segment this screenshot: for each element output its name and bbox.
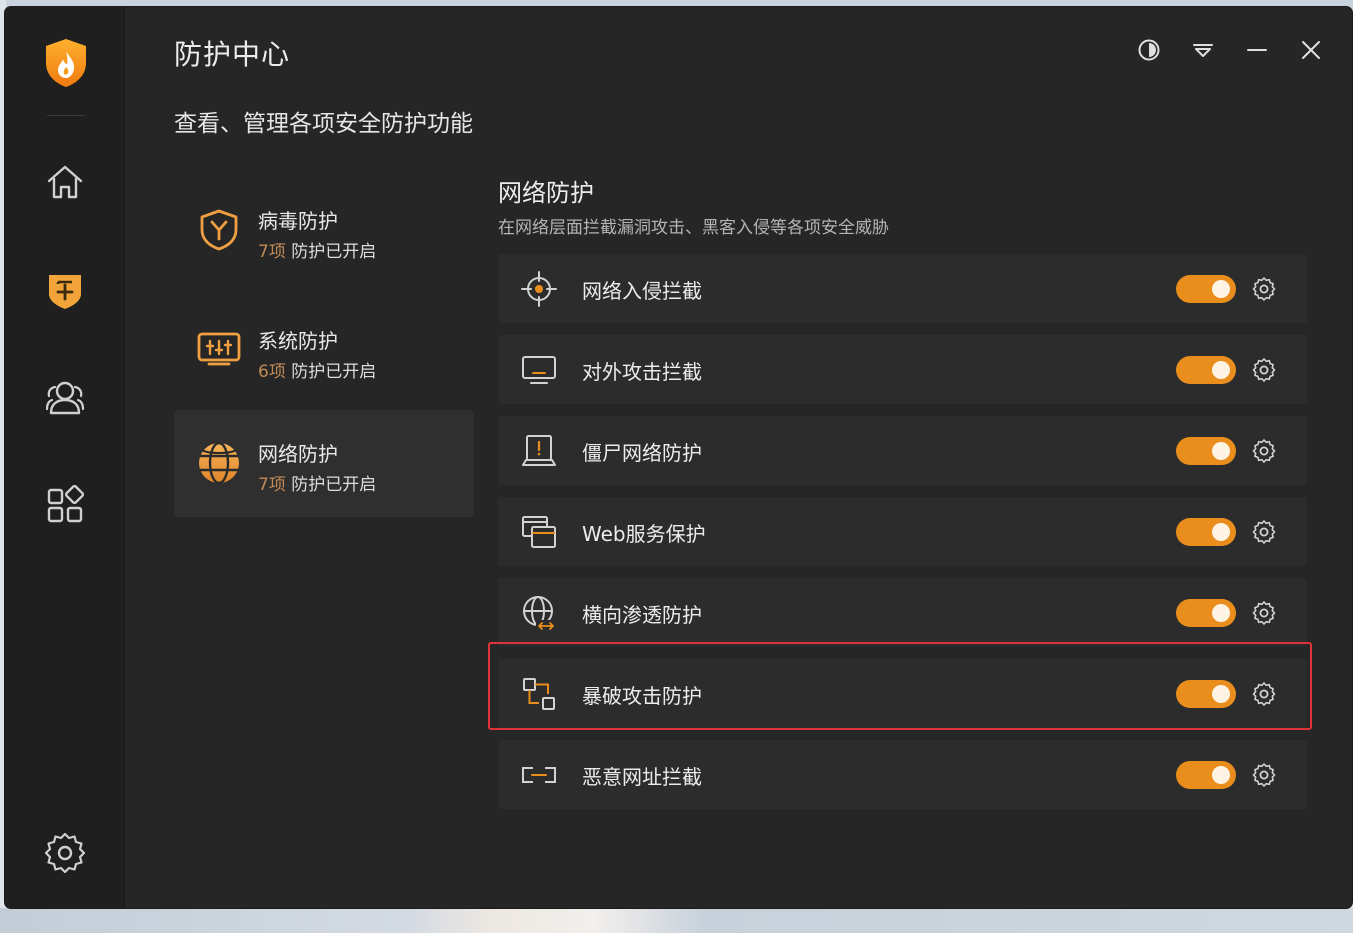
category-status: 7项 防护已开启 bbox=[258, 470, 376, 495]
gear-icon bbox=[1252, 520, 1276, 544]
feature-toggle[interactable] bbox=[1176, 761, 1236, 789]
toggle-knob bbox=[1212, 604, 1230, 622]
feature-label: 横向渗透防护 bbox=[582, 603, 702, 627]
gear-icon bbox=[1252, 439, 1276, 463]
feature-row-network-intrusion: 网络入侵拦截 bbox=[498, 254, 1307, 323]
category-count: 7项 bbox=[258, 242, 286, 262]
category-count: 7项 bbox=[258, 475, 286, 495]
feature-toggle[interactable] bbox=[1176, 518, 1236, 546]
minimize-button[interactable] bbox=[1242, 35, 1272, 65]
toggle-knob bbox=[1212, 685, 1230, 703]
feature-row-web-service: Web服务保护 bbox=[498, 497, 1307, 566]
virus-shield-icon bbox=[196, 207, 242, 253]
category-status-text: 防护已开启 bbox=[291, 242, 377, 262]
network-globe-icon bbox=[196, 440, 242, 486]
feature-settings-button[interactable] bbox=[1250, 356, 1278, 384]
feature-row-botnet: 僵尸网络防护 bbox=[498, 416, 1307, 485]
system-monitor-icon bbox=[196, 327, 242, 373]
toggle-knob bbox=[1212, 280, 1230, 298]
laptop-alert-icon bbox=[520, 432, 558, 470]
feature-toggle[interactable] bbox=[1176, 680, 1236, 708]
category-title: 网络防护 bbox=[258, 442, 338, 466]
category-status: 7项 防护已开启 bbox=[258, 237, 376, 262]
feature-row-lateral-movement: 横向渗透防护 bbox=[498, 578, 1307, 647]
app-window: 防护中心 查看、管理各项安全防护功能 病毒防护 7项 防护已开启 系统防护 6项… bbox=[5, 7, 1352, 908]
theme-button[interactable] bbox=[1134, 35, 1164, 65]
minimize-icon bbox=[1247, 49, 1267, 51]
toggle-knob bbox=[1212, 766, 1230, 784]
web-windows-icon bbox=[520, 513, 558, 551]
gear-icon bbox=[1252, 277, 1276, 301]
sidebar-item-home[interactable] bbox=[43, 160, 87, 204]
gear-icon bbox=[1252, 601, 1276, 625]
toggle-knob bbox=[1212, 361, 1230, 379]
feature-label: 暴破攻击防护 bbox=[582, 684, 702, 708]
category-status-text: 防护已开启 bbox=[291, 475, 377, 495]
gear-icon bbox=[1252, 682, 1276, 706]
menu-dropdown-button[interactable] bbox=[1188, 35, 1218, 65]
feature-toggle[interactable] bbox=[1176, 437, 1236, 465]
desktop-background-bottom bbox=[0, 908, 1353, 933]
gear-icon bbox=[1252, 763, 1276, 787]
category-status-text: 防护已开启 bbox=[291, 362, 377, 382]
users-icon bbox=[45, 381, 85, 415]
shield-plus-icon bbox=[49, 275, 81, 309]
feature-toggle[interactable] bbox=[1176, 356, 1236, 384]
home-icon bbox=[47, 165, 83, 199]
page-subtitle: 查看、管理各项安全防护功能 bbox=[174, 111, 473, 137]
close-button[interactable] bbox=[1296, 35, 1326, 65]
feature-settings-button[interactable] bbox=[1250, 680, 1278, 708]
feature-row-brute-force: 暴破攻击防护 bbox=[498, 659, 1307, 728]
connected-squares-icon bbox=[520, 675, 558, 713]
category-count: 6项 bbox=[258, 362, 286, 382]
dropdown-icon bbox=[1193, 44, 1213, 57]
crosshair-icon bbox=[520, 270, 558, 308]
toggle-knob bbox=[1212, 442, 1230, 460]
feature-settings-button[interactable] bbox=[1250, 599, 1278, 627]
feature-row-outbound-attack: 对外攻击拦截 bbox=[498, 335, 1307, 404]
category-status: 6项 防护已开启 bbox=[258, 357, 376, 382]
feature-settings-button[interactable] bbox=[1250, 518, 1278, 546]
feature-row-malicious-url: 恶意网址拦截 bbox=[498, 740, 1307, 809]
feature-toggle[interactable] bbox=[1176, 275, 1236, 303]
sidebar-item-users[interactable] bbox=[43, 375, 87, 419]
category-virus-protection[interactable]: 病毒防护 7项 防护已开启 bbox=[174, 177, 474, 284]
feature-toggle[interactable] bbox=[1176, 599, 1236, 627]
sidebar-item-protection[interactable] bbox=[43, 268, 87, 312]
sidebar-item-apps[interactable] bbox=[43, 483, 87, 527]
page-title: 防护中心 bbox=[174, 38, 291, 71]
feature-label: 网络入侵拦截 bbox=[582, 279, 702, 303]
gear-icon bbox=[45, 833, 85, 873]
sidebar-divider bbox=[47, 115, 85, 116]
category-title: 病毒防护 bbox=[258, 209, 338, 233]
monitor-icon bbox=[520, 351, 558, 389]
gear-icon bbox=[1252, 358, 1276, 382]
sidebar-item-settings[interactable] bbox=[43, 831, 87, 875]
section-description: 在网络层面拦截漏洞攻击、黑客入侵等各项安全威胁 bbox=[498, 218, 889, 238]
feature-settings-button[interactable] bbox=[1250, 275, 1278, 303]
feature-label: 对外攻击拦截 bbox=[582, 360, 702, 384]
category-system-protection[interactable]: 系统防护 6项 防护已开启 bbox=[174, 297, 474, 404]
app-logo-icon bbox=[43, 37, 89, 89]
section-title: 网络防护 bbox=[498, 179, 594, 207]
feature-label: 僵尸网络防护 bbox=[582, 441, 702, 465]
theme-icon bbox=[1138, 39, 1160, 61]
feature-label: 恶意网址拦截 bbox=[582, 765, 702, 789]
sidebar bbox=[5, 7, 125, 908]
apps-grid-icon bbox=[47, 485, 85, 523]
feature-settings-button[interactable] bbox=[1250, 761, 1278, 789]
globe-arrows-icon bbox=[520, 594, 558, 632]
main-panel: 防护中心 查看、管理各项安全防护功能 病毒防护 7项 防护已开启 系统防护 6项… bbox=[125, 7, 1352, 908]
toggle-knob bbox=[1212, 523, 1230, 541]
close-icon bbox=[1302, 41, 1320, 59]
link-block-icon bbox=[520, 756, 558, 794]
category-network-protection[interactable]: 网络防护 7项 防护已开启 bbox=[174, 410, 474, 517]
category-title: 系统防护 bbox=[258, 329, 338, 353]
feature-settings-button[interactable] bbox=[1250, 437, 1278, 465]
feature-label: Web服务保护 bbox=[582, 522, 706, 546]
